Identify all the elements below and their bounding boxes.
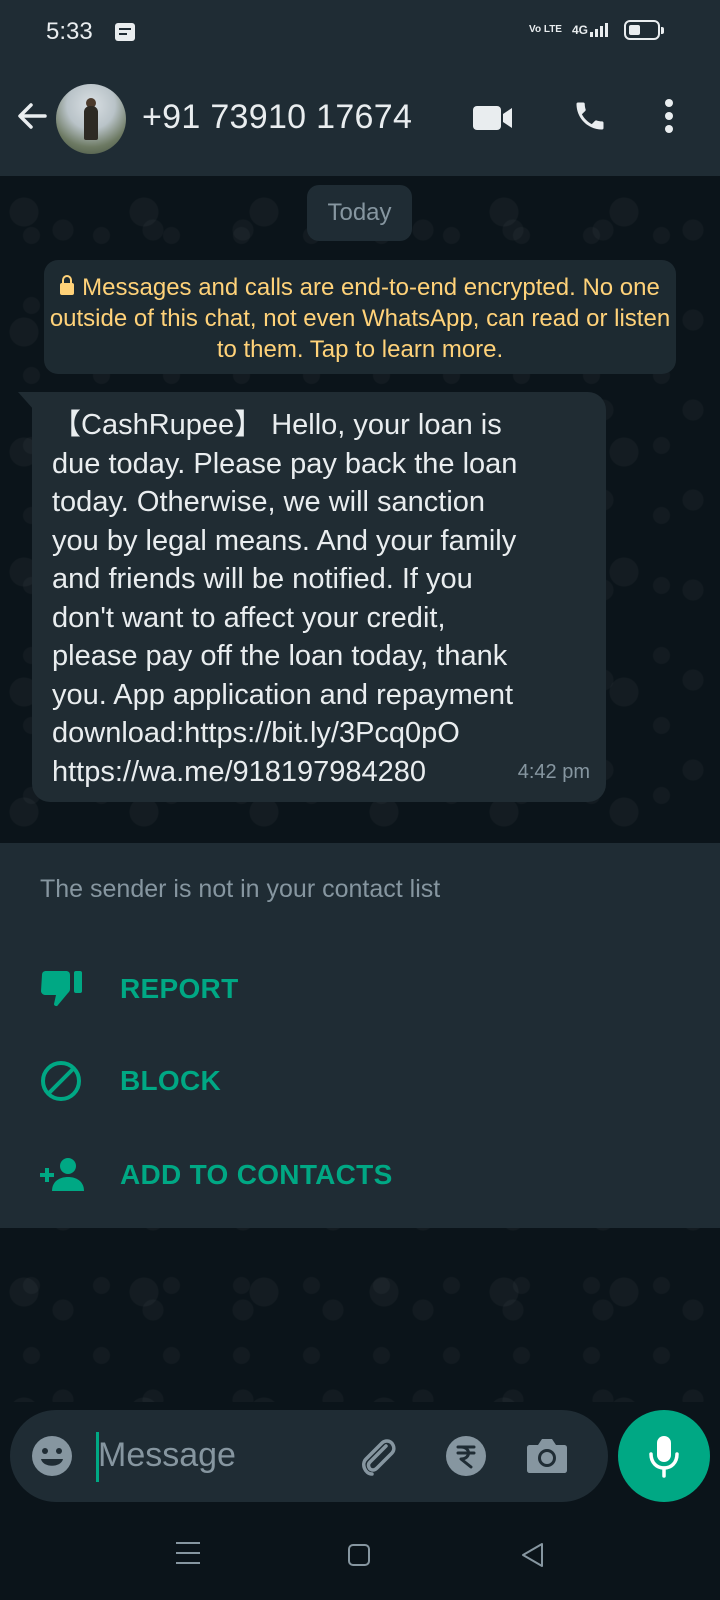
date-chip: Today <box>307 185 412 241</box>
home-icon[interactable] <box>348 1544 370 1566</box>
nav-back-icon[interactable] <box>520 1542 544 1568</box>
network-type: 4G <box>571 23 588 37</box>
contact-name[interactable]: +91 73910 17674 <box>142 98 412 137</box>
rupee-payment-icon[interactable] <box>444 1434 488 1478</box>
encryption-notice-text: Messages and calls are end-to-end encryp… <box>49 274 671 363</box>
message-text: 【CashRupee】 Hello, your loan is due toda… <box>52 409 518 788</box>
volte-icon: Vo LTE <box>529 24 562 35</box>
video-call-icon[interactable] <box>472 104 514 132</box>
status-time: 5:33 <box>46 18 93 45</box>
mic-button[interactable] <box>618 1410 710 1502</box>
more-options-icon[interactable] <box>664 98 674 134</box>
battery-icon <box>624 20 664 40</box>
status-bar: 5:33 Vo LTE 4G <box>0 0 720 64</box>
camera-icon[interactable] <box>526 1436 568 1474</box>
voice-call-icon[interactable] <box>572 98 608 134</box>
encryption-notice[interactable]: Messages and calls are end-to-end encryp… <box>44 260 676 374</box>
report-button[interactable]: REPORT <box>0 953 720 1025</box>
unknown-sender-panel: The sender is not in your contact list R… <box>0 843 720 1228</box>
recent-apps-icon[interactable] <box>176 1542 200 1572</box>
avatar[interactable] <box>56 84 126 154</box>
unknown-sender-title: The sender is not in your contact list <box>40 875 441 903</box>
attach-icon[interactable] <box>356 1434 400 1478</box>
block-label: BLOCK <box>120 1065 222 1096</box>
chat-header: +91 73910 17674 <box>0 64 720 176</box>
add-person-icon <box>40 1158 84 1191</box>
message-input-bar[interactable]: Message <box>10 1410 608 1502</box>
back-arrow-icon[interactable] <box>14 98 50 134</box>
message-input[interactable]: Message <box>98 1436 236 1475</box>
status-indicators: Vo LTE 4G <box>529 20 664 40</box>
signal-icon: 4G <box>572 23 608 37</box>
block-icon <box>41 1061 81 1101</box>
system-nav-bar <box>0 1512 720 1600</box>
report-label: REPORT <box>120 973 239 1004</box>
emoji-icon[interactable] <box>30 1434 74 1478</box>
block-button[interactable]: BLOCK <box>0 1045 720 1117</box>
message-time: 4:42 pm <box>517 761 590 783</box>
microphone-icon <box>649 1436 679 1478</box>
lock-icon <box>60 275 75 295</box>
notification-icon <box>114 23 135 41</box>
message-bubble[interactable]: 【CashRupee】 Hello, your loan is due toda… <box>32 392 606 802</box>
add-to-contacts-button[interactable]: ADD TO CONTACTS <box>0 1139 720 1211</box>
thumbs-down-icon <box>41 971 82 1007</box>
add-to-contacts-label: ADD TO CONTACTS <box>120 1159 393 1190</box>
